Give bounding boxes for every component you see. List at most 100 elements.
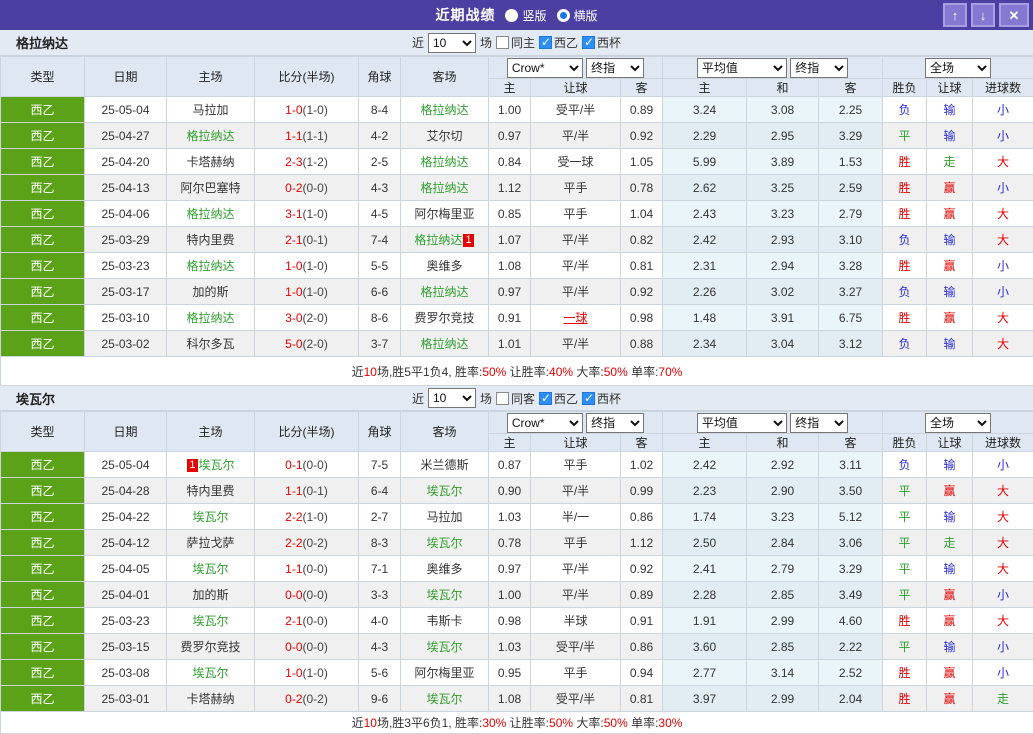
recent-games-select[interactable]: 10 bbox=[428, 388, 476, 408]
goals-result: 大 bbox=[997, 510, 1009, 524]
team-name: 奥维多 bbox=[426, 562, 462, 576]
handicap-result: 走 bbox=[944, 536, 956, 550]
team-name: 萨拉戈萨 bbox=[186, 536, 234, 550]
league-laliga2-checkbox[interactable]: 西乙 bbox=[539, 390, 578, 407]
goals-result: 大 bbox=[997, 233, 1009, 247]
score-cell: 0-2(0-2) bbox=[255, 686, 359, 712]
result-cell: 胜 bbox=[883, 253, 927, 279]
handicap-value[interactable]: 一球 bbox=[563, 311, 587, 325]
recent-games-select[interactable]: 10 bbox=[428, 33, 476, 53]
col-type: 类型 bbox=[1, 57, 85, 97]
halftime-score: (0-0) bbox=[303, 562, 328, 576]
date-cell: 25-04-12 bbox=[85, 530, 167, 556]
odds-time-select[interactable]: 终指 bbox=[586, 58, 644, 78]
avg-away-cell: 3.49 bbox=[819, 582, 883, 608]
odds-time-select[interactable]: 终指 bbox=[586, 413, 644, 433]
score-cell: 2-3(1-2) bbox=[255, 149, 359, 175]
fulltime-score: 2-1 bbox=[285, 233, 302, 247]
col-goals: 进球数 bbox=[973, 434, 1033, 452]
result-cell: 平 bbox=[883, 123, 927, 149]
checkbox-unchecked-icon bbox=[496, 392, 509, 405]
handicap-result-cell: 赢 bbox=[927, 201, 973, 227]
avg-away-cell: 3.29 bbox=[819, 556, 883, 582]
handicap-cell: 平/半 bbox=[531, 556, 621, 582]
home-team-cell: 特内里费 bbox=[167, 478, 255, 504]
league-cell: 西乙 bbox=[1, 149, 85, 175]
score-cell: 1-0(1-0) bbox=[255, 97, 359, 123]
bookmaker-select[interactable]: Crow* bbox=[507, 413, 583, 433]
home-team-cell: 加的斯 bbox=[167, 279, 255, 305]
team-name: 埃瓦尔 bbox=[426, 588, 462, 602]
goals-result: 大 bbox=[997, 207, 1009, 221]
col-handicap: 让球 bbox=[531, 79, 621, 97]
average-select[interactable]: 平均值 bbox=[697, 58, 787, 78]
bookmaker-select[interactable]: Crow* bbox=[507, 58, 583, 78]
score-cell: 1-0(1-0) bbox=[255, 253, 359, 279]
handicap-result-cell: 赢 bbox=[927, 305, 973, 331]
handicap-value: 平/半 bbox=[562, 129, 589, 143]
move-down-button[interactable]: ↓ bbox=[971, 3, 995, 27]
same-venue-checkbox[interactable]: 同客 bbox=[496, 390, 535, 407]
halftime-score: (0-0) bbox=[303, 181, 328, 195]
league-laliga2-checkbox[interactable]: 西乙 bbox=[539, 34, 578, 51]
fulltime-score: 1-0 bbox=[285, 103, 302, 117]
home-team-cell: 格拉纳达 bbox=[167, 201, 255, 227]
move-up-button[interactable]: ↑ bbox=[943, 3, 967, 27]
same-venue-checkbox[interactable]: 同主 bbox=[496, 34, 535, 51]
result-cell: 负 bbox=[883, 331, 927, 357]
cup-copa-checkbox[interactable]: 西杯 bbox=[582, 34, 621, 51]
date-cell: 25-04-22 bbox=[85, 504, 167, 530]
checkbox-checked-icon bbox=[539, 392, 552, 405]
handicap-cell: 平手 bbox=[531, 660, 621, 686]
team-name: 阿尔梅里亚 bbox=[414, 207, 474, 221]
handicap-cell: 平/半 bbox=[531, 253, 621, 279]
close-button[interactable]: ✕ bbox=[999, 3, 1029, 27]
home-odds-cell: 0.97 bbox=[489, 279, 531, 305]
col-away: 客场 bbox=[401, 57, 489, 97]
avg-draw-cell: 3.23 bbox=[747, 504, 819, 530]
team-name: 特内里费 bbox=[186, 484, 234, 498]
avg-home-cell: 3.97 bbox=[663, 686, 747, 712]
layout-vertical-radio[interactable]: 竖版 bbox=[505, 7, 546, 24]
goals-result-cell: 大 bbox=[973, 530, 1033, 556]
cup-copa-checkbox[interactable]: 西杯 bbox=[582, 390, 621, 407]
handicap-value: 半球 bbox=[563, 614, 587, 628]
home-odds-cell: 1.07 bbox=[489, 227, 531, 253]
avg-draw-cell: 2.92 bbox=[747, 452, 819, 478]
layout-horizontal-radio[interactable]: 横版 bbox=[557, 7, 598, 24]
scope-select[interactable]: 全场 bbox=[925, 58, 991, 78]
col-avg-home: 主 bbox=[663, 79, 747, 97]
fulltime-score: 3-1 bbox=[285, 207, 302, 221]
average-select[interactable]: 平均值 bbox=[697, 413, 787, 433]
match-row: 西乙25-04-06格拉纳达3-1(1-0)4-5阿尔梅里亚0.85平手1.04… bbox=[1, 201, 1033, 227]
handicap-value: 平手 bbox=[563, 207, 587, 221]
scope-select[interactable]: 全场 bbox=[925, 413, 991, 433]
handicap-result: 赢 bbox=[944, 207, 956, 221]
handicap-result: 输 bbox=[944, 233, 956, 247]
home-team-cell: 埃瓦尔 bbox=[167, 660, 255, 686]
team-name: 马拉加 bbox=[426, 510, 462, 524]
avg-draw-cell: 3.14 bbox=[747, 660, 819, 686]
away-team-cell: 奥维多 bbox=[401, 253, 489, 279]
checkbox-checked-icon bbox=[582, 392, 595, 405]
avg-home-cell: 1.91 bbox=[663, 608, 747, 634]
winloss-result: 胜 bbox=[899, 259, 911, 273]
team-name: 格拉纳达 bbox=[186, 129, 234, 143]
halftime-score: (1-0) bbox=[303, 285, 328, 299]
team-name: 埃瓦尔 bbox=[426, 484, 462, 498]
date-cell: 25-03-23 bbox=[85, 253, 167, 279]
handicap-cell: 受平/半 bbox=[531, 686, 621, 712]
summary-stat-value: 10 bbox=[364, 365, 377, 379]
avg-time-select[interactable]: 终指 bbox=[790, 413, 848, 433]
avg-time-select[interactable]: 终指 bbox=[790, 58, 848, 78]
team-name: 埃瓦尔 bbox=[192, 666, 228, 680]
handicap-result-cell: 输 bbox=[927, 331, 973, 357]
avg-home-cell: 2.23 bbox=[663, 478, 747, 504]
avg-home-cell: 1.74 bbox=[663, 504, 747, 530]
goals-result-cell: 大 bbox=[973, 201, 1033, 227]
away-team-cell: 阿尔梅里亚 bbox=[401, 660, 489, 686]
team-name: 科尔多瓦 bbox=[186, 337, 234, 351]
date-cell: 25-03-23 bbox=[85, 608, 167, 634]
winloss-result: 胜 bbox=[899, 311, 911, 325]
col-handicap: 让球 bbox=[531, 434, 621, 452]
